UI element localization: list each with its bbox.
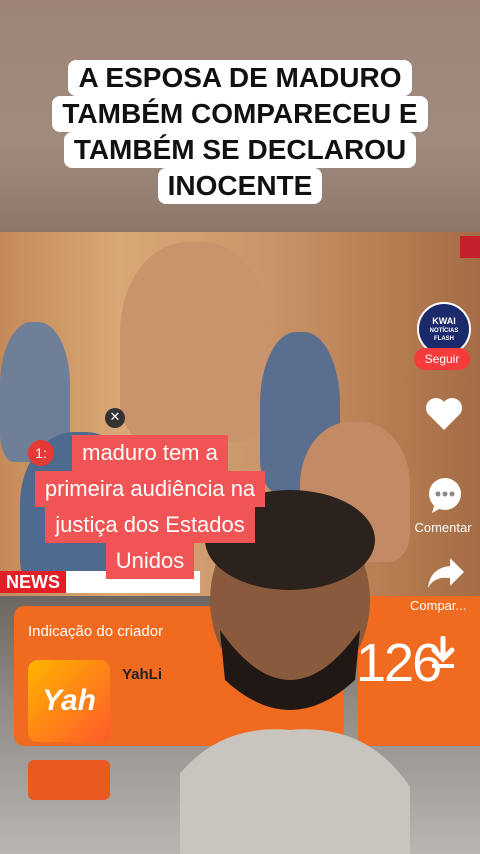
caption-overlay: maduro tem a primeira audiência na justi…	[0, 435, 300, 579]
headline-line: TAMBÉM COMPARECEU E	[52, 96, 428, 132]
caption-line: primeira audiência na	[34, 471, 266, 507]
share-icon[interactable]	[426, 556, 466, 590]
app-tile[interactable]: Yah	[28, 660, 110, 742]
headline-line: TAMBÉM SE DECLAROU	[63, 132, 417, 168]
heart-icon[interactable]	[424, 396, 464, 432]
close-icon[interactable]: ✕	[105, 408, 125, 428]
caption-line: maduro tem a	[72, 435, 228, 471]
headline-overlay: A ESPOSA DE MADURO TAMBÉM COMPARECEU E T…	[18, 60, 462, 204]
follow-button[interactable]: Seguir	[414, 348, 470, 370]
sketch-figure-main	[120, 242, 270, 442]
comment-label[interactable]: Comentar	[408, 520, 478, 535]
headline-line: INOCENTE	[157, 168, 323, 204]
caption-line: Unidos	[105, 543, 195, 579]
live-indicator	[460, 236, 480, 258]
app-tile-secondary[interactable]	[28, 760, 110, 800]
app-name: YahLi	[122, 666, 163, 683]
kwai-badge-subtitle: NOTÍCIAS FLASH	[429, 328, 459, 342]
share-card-label[interactable]: Compar...	[410, 598, 466, 613]
download-icon	[431, 636, 455, 668]
comment-icon[interactable]	[426, 476, 464, 514]
caption-line: justiça dos Estados	[45, 507, 255, 543]
headline-line: A ESPOSA DE MADURO	[68, 60, 412, 96]
kwai-badge-title: KWAI	[432, 316, 456, 326]
